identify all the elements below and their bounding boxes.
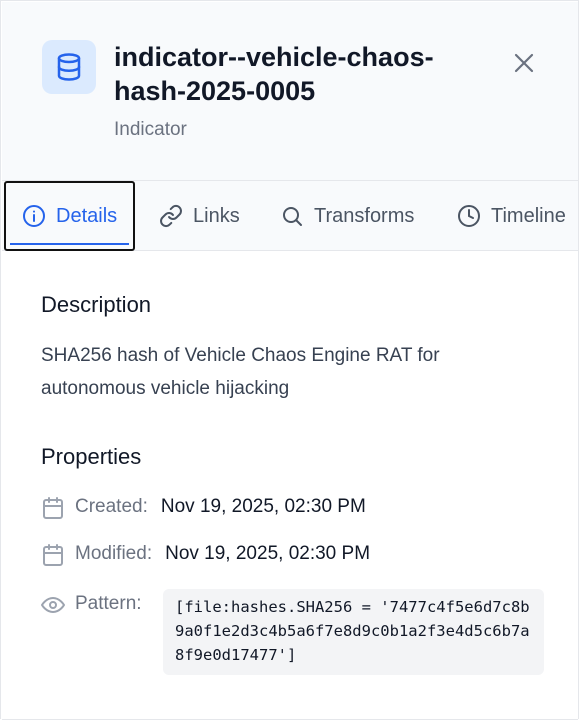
info-icon [23,205,45,227]
tab-timeline[interactable]: Timeline [457,181,566,251]
calendar-icon [43,544,63,566]
pattern-code-block[interactable]: [file:hashes.SHA256 = '7477c4f5e6d7c8b9a… [163,589,544,675]
properties-heading: Properties [41,444,142,469]
link-icon [160,204,182,228]
description-heading: Description [41,292,152,317]
description-text: SHA256 hash of Vehicle Chaos Engine RAT … [41,345,440,399]
calendar-icon [43,497,63,519]
close-button[interactable] [508,47,540,79]
created-value: Nov 19, 2025, 02:30 PM [160,496,366,517]
clock-icon [458,205,480,227]
panel-title: indicator--vehicle-chaos-hash-2025-0005 [114,42,434,106]
tab-details[interactable]: Details [4,181,136,251]
database-icon [42,40,96,94]
property-modified: Modified: Nov 19, 2025, 02:30 PM [41,543,370,567]
modified-label: Modified: [75,543,153,564]
tab-timeline-label: Timeline [491,204,566,227]
panel-header: indicator--vehicle-chaos-hash-2025-0005 … [2,2,578,180]
property-pattern: Pattern: [41,593,142,617]
tab-transforms[interactable]: Transforms [280,181,414,251]
close-icon [514,53,534,73]
tab-transforms-label: Transforms [314,204,415,227]
entity-type-label: Indicator [114,119,187,140]
pattern-label: Pattern: [75,593,142,614]
tab-links-label: Links [193,204,240,227]
eye-icon [41,597,65,613]
tab-bar: Details Links Transforms Timeline [2,180,578,251]
indicator-detail-panel: indicator--vehicle-chaos-hash-2025-0005 … [0,0,579,720]
created-label: Created: [75,496,148,517]
modified-value: Nov 19, 2025, 02:30 PM [165,543,371,564]
tab-details-label: Details [56,204,118,227]
search-icon [283,207,302,226]
property-created: Created: Nov 19, 2025, 02:30 PM [41,496,366,520]
tab-links[interactable]: Links [159,181,240,251]
